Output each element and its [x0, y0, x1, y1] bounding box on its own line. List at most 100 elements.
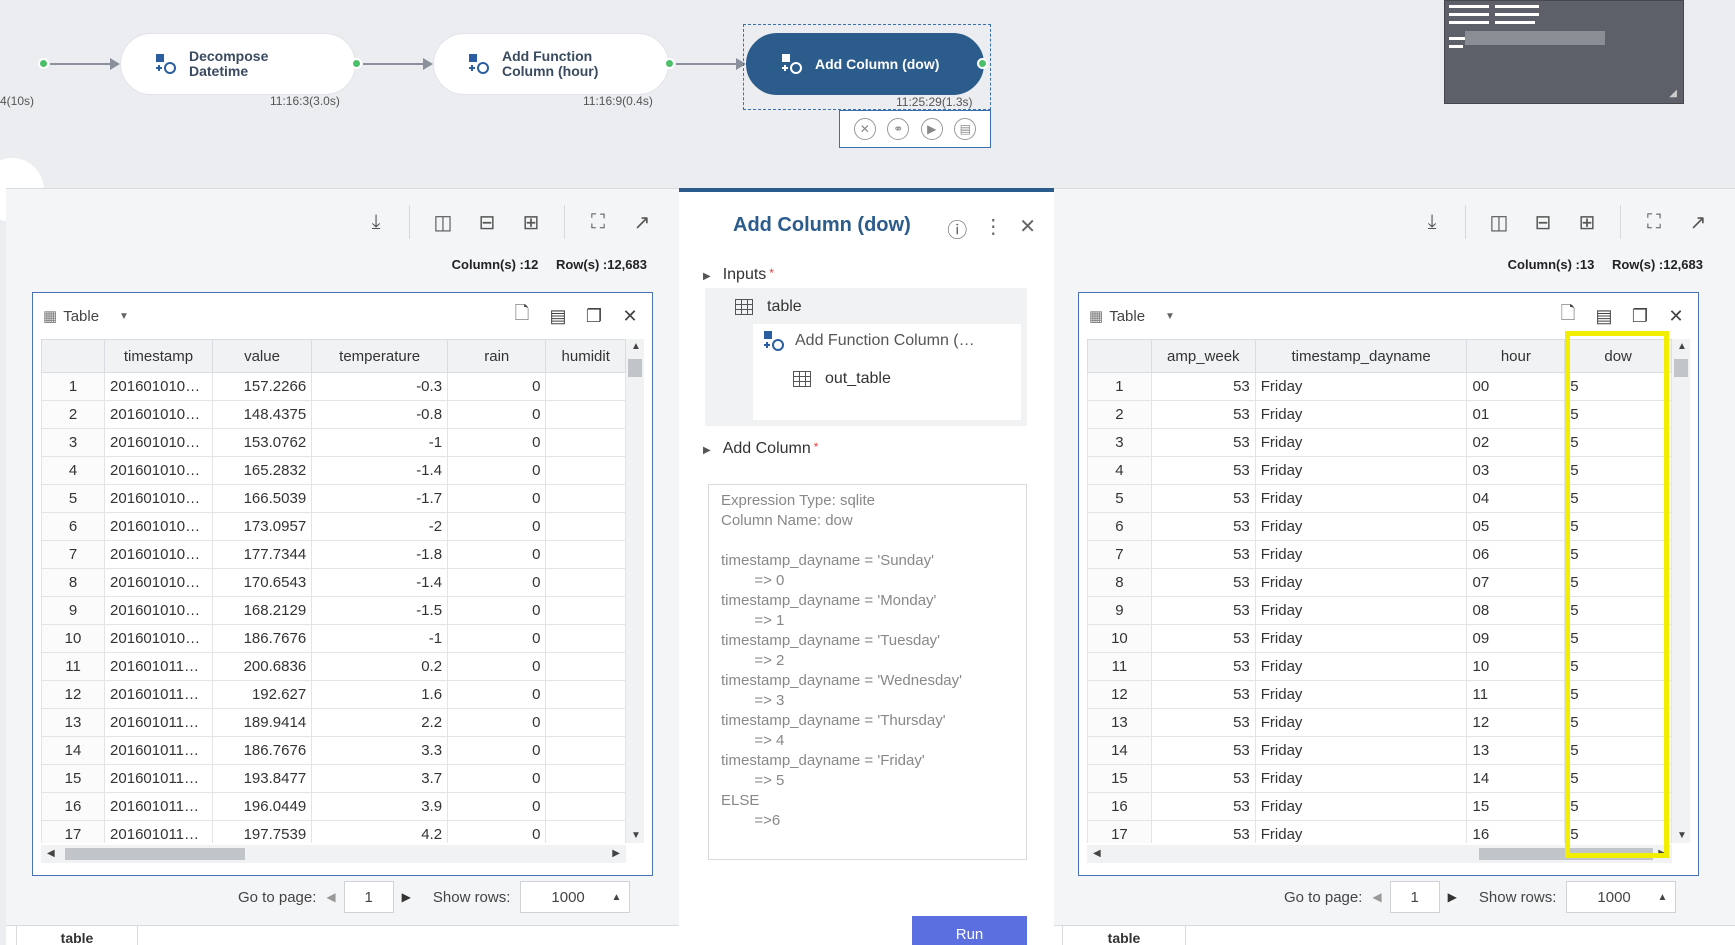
table-row[interactable]: 7 201601010… 177.7344 -1.8 0: [41, 540, 626, 569]
vertical-scrollbar[interactable]: ▲ ▼: [1672, 339, 1690, 843]
table-cell[interactable]: Friday: [1254, 484, 1468, 513]
table-cell[interactable]: 0: [447, 764, 547, 793]
page-input[interactable]: 1: [1389, 881, 1440, 913]
table-cell[interactable]: 168.2129: [211, 596, 313, 625]
split-vertical-icon[interactable]: ◫: [1482, 205, 1516, 239]
table-row[interactable]: 16 201601011… 196.0449 3.9 0: [41, 792, 626, 821]
output-table-item[interactable]: out_table: [793, 370, 891, 388]
table-cell[interactable]: -1.7: [311, 484, 449, 513]
table-cell[interactable]: 3.7: [311, 764, 449, 793]
table-row[interactable]: 10 201601010… 186.7676 -1 0: [41, 624, 626, 653]
row-index[interactable]: 5: [41, 484, 106, 513]
row-index[interactable]: 14: [1087, 736, 1152, 765]
table-cell[interactable]: Friday: [1254, 708, 1468, 737]
table-cell[interactable]: 201601010…: [104, 512, 213, 541]
run-button[interactable]: Run: [912, 916, 1027, 945]
row-index[interactable]: 5: [1087, 484, 1152, 513]
table-cell[interactable]: 3.3: [311, 736, 449, 765]
table-row[interactable]: 15 201601011… 193.8477 3.7 0: [41, 764, 626, 793]
table-cell[interactable]: [545, 708, 626, 737]
table-cell[interactable]: 165.2832: [211, 456, 313, 485]
next-page-icon[interactable]: ▶: [1448, 890, 1457, 904]
row-index[interactable]: 7: [41, 540, 106, 569]
rows-per-page-select[interactable]: 1000 ▲: [1566, 881, 1677, 913]
table-cell[interactable]: 3.9: [311, 792, 449, 821]
table-cell[interactable]: Friday: [1254, 456, 1468, 485]
table-cell[interactable]: 53: [1150, 568, 1256, 597]
table-cell[interactable]: 0: [447, 372, 547, 401]
row-index[interactable]: 7: [1087, 540, 1152, 569]
table-cell[interactable]: 201601011…: [104, 652, 213, 681]
row-index[interactable]: 2: [1087, 400, 1152, 429]
table-cell[interactable]: Friday: [1254, 792, 1468, 821]
table-cell[interactable]: 14: [1466, 764, 1566, 793]
table-cell[interactable]: Friday: [1254, 624, 1468, 653]
row-index[interactable]: 9: [41, 596, 106, 625]
table-row[interactable]: 11 201601011… 200.6836 0.2 0: [41, 652, 626, 681]
table-cell[interactable]: -0.8: [311, 400, 449, 429]
row-index[interactable]: 8: [41, 568, 106, 597]
row-index-header[interactable]: [41, 339, 106, 373]
row-index[interactable]: 6: [1087, 512, 1152, 541]
table-cell[interactable]: 02: [1466, 428, 1566, 457]
table-cell[interactable]: 53: [1150, 456, 1256, 485]
close-icon[interactable]: ✕: [1664, 304, 1688, 328]
table-cell[interactable]: 201601010…: [104, 484, 213, 513]
table-cell[interactable]: 53: [1150, 596, 1256, 625]
table-cell[interactable]: -1.4: [311, 456, 449, 485]
table-cell[interactable]: [545, 736, 626, 765]
table-row[interactable]: 6 201601010… 173.0957 -2 0: [41, 512, 626, 541]
table-cell[interactable]: 15: [1466, 792, 1566, 821]
table-cell[interactable]: 186.7676: [211, 624, 313, 653]
play-icon[interactable]: ▶: [920, 118, 943, 140]
table-cell[interactable]: [545, 400, 626, 429]
table-cell[interactable]: Friday: [1254, 680, 1468, 709]
table-cell[interactable]: -1.5: [311, 596, 449, 625]
fullscreen-icon[interactable]: ⛶: [581, 205, 615, 239]
expression-editor[interactable]: Expression Type: sqlite Column Name: dow…: [708, 484, 1027, 860]
horizontal-scrollbar[interactable]: ◀ ▶: [41, 845, 626, 863]
table-cell[interactable]: [545, 568, 626, 597]
table-cell[interactable]: Friday: [1254, 652, 1468, 681]
row-index[interactable]: 10: [1087, 624, 1152, 653]
table-cell[interactable]: 193.8477: [211, 764, 313, 793]
left-grid[interactable]: timestamp value temperature rain humidit 1 20…: [41, 339, 626, 843]
row-index[interactable]: 11: [41, 652, 106, 681]
row-index[interactable]: 17: [41, 820, 106, 843]
output-port[interactable]: [664, 58, 675, 69]
table-row[interactable]: 3 201601010… 153.0762 -1 0: [41, 428, 626, 457]
flow-canvas[interactable]: 4(10s) Decompose Datetime 11:16:3(3.0s) A…: [0, 0, 1735, 222]
close-icon[interactable]: ✕: [618, 304, 642, 328]
row-index[interactable]: 3: [1087, 428, 1152, 457]
minimap-viewport[interactable]: [1465, 31, 1605, 45]
table-cell[interactable]: 05: [1466, 512, 1566, 541]
table-cell[interactable]: 53: [1150, 680, 1256, 709]
table-cell[interactable]: [545, 624, 626, 653]
next-page-icon[interactable]: ▶: [402, 890, 411, 904]
row-index[interactable]: 12: [41, 680, 106, 709]
table-cell[interactable]: 0.2: [311, 652, 449, 681]
share-icon[interactable]: ⚭: [887, 118, 910, 140]
table-cell[interactable]: 0: [447, 568, 547, 597]
table-cell[interactable]: [545, 652, 626, 681]
split-horizontal-icon[interactable]: ⊟: [1526, 205, 1560, 239]
table-cell[interactable]: Friday: [1254, 568, 1468, 597]
row-index[interactable]: 1: [41, 372, 106, 401]
table-cell[interactable]: 53: [1150, 372, 1256, 401]
table-cell[interactable]: 201601011…: [104, 820, 213, 843]
column-header[interactable]: timestamp: [104, 339, 213, 373]
download-icon[interactable]: ⤓: [1415, 205, 1449, 239]
fullscreen-icon[interactable]: ⛶: [1637, 205, 1671, 239]
more-options-icon[interactable]: ⋮: [983, 214, 1003, 243]
table-row[interactable]: 13 201601011… 189.9414 2.2 0: [41, 708, 626, 737]
popout-icon[interactable]: ↗: [1681, 205, 1715, 239]
table-cell[interactable]: [545, 456, 626, 485]
input-source-item[interactable]: Add Function Column (…: [763, 330, 975, 352]
table-cell[interactable]: [545, 512, 626, 541]
table-cell[interactable]: 177.7344: [211, 540, 313, 569]
table-cell[interactable]: 10: [1466, 652, 1566, 681]
prev-page-icon[interactable]: ◀: [1372, 890, 1381, 904]
table-cell[interactable]: 03: [1466, 456, 1566, 485]
table-cell[interactable]: [545, 428, 626, 457]
table-cell[interactable]: Friday: [1254, 512, 1468, 541]
